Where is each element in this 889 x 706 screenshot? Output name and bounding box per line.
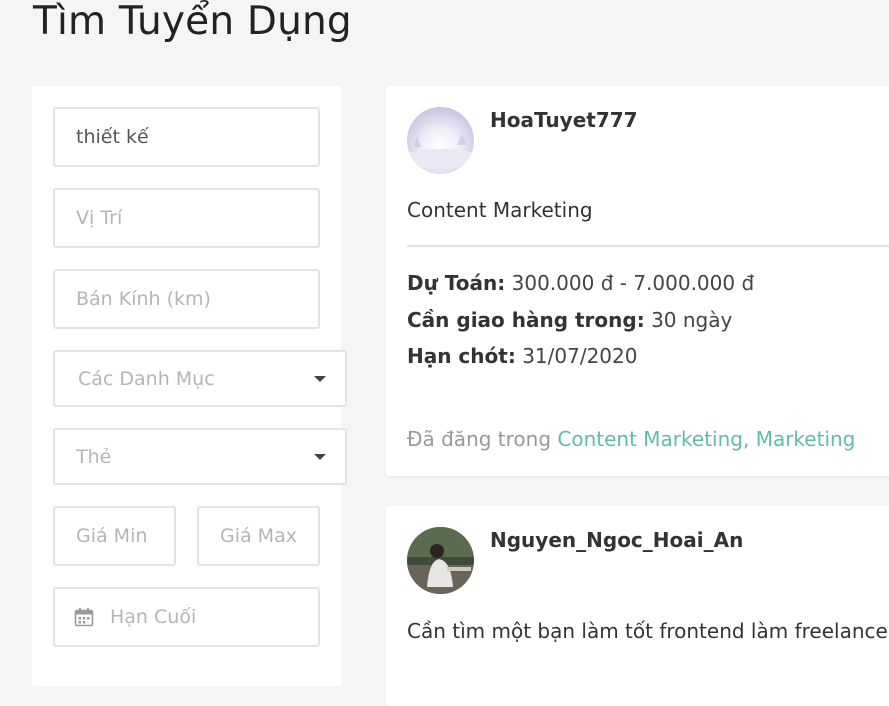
posted-in-label: Đã đăng trong	[407, 427, 552, 451]
deadline-placeholder: Hạn Cuối	[110, 606, 197, 628]
filter-panel: thiết kế Vị Trí Bán Kính (km) Các Danh M…	[32, 86, 347, 686]
chevron-down-icon	[314, 453, 326, 460]
deadline-input[interactable]: Hạn Cuối	[53, 587, 320, 647]
posted-in: Đã đăng trong Content Marketing, Marketi…	[407, 427, 855, 451]
delivery-value: 30 ngày	[651, 308, 733, 332]
budget-row: Dự Toán: 300.000 đ - 7.000.000 đ	[407, 271, 754, 295]
avatar[interactable]	[407, 107, 474, 174]
category-link[interactable]: Marketing	[756, 427, 856, 451]
location-placeholder: Vị Trí	[76, 207, 123, 229]
category-placeholder: Các Danh Mục	[78, 367, 215, 390]
job-card[interactable]: Nguyen_Ngoc_Hoai_An Cần tìm một bạn làm …	[386, 506, 889, 706]
job-title[interactable]: Cần tìm một bạn làm tốt frontend làm fre…	[407, 619, 889, 643]
chevron-down-icon	[314, 375, 326, 382]
category-link[interactable]: Content Marketing	[557, 427, 743, 451]
deadline-row: Hạn chót: 31/07/2020	[407, 344, 637, 368]
budget-value: 300.000 đ - 7.000.000 đ	[511, 271, 755, 295]
keyword-value: thiết kế	[76, 126, 149, 148]
tag-placeholder: Thẻ	[76, 445, 112, 468]
price-min-input[interactable]: Giá Min	[53, 506, 176, 566]
divider	[407, 245, 889, 247]
location-input[interactable]: Vị Trí	[53, 188, 320, 248]
deadline-value: 31/07/2020	[522, 344, 638, 368]
price-min-placeholder: Giá Min	[76, 525, 148, 547]
job-card[interactable]: HoaTuyet777 Content Marketing Dự Toán: 3…	[386, 86, 889, 476]
username[interactable]: Nguyen_Ngoc_Hoai_An	[490, 528, 743, 552]
avatar[interactable]	[407, 527, 474, 594]
category-select[interactable]: Các Danh Mục	[53, 350, 347, 407]
deadline-label: Hạn chót:	[407, 344, 516, 368]
username[interactable]: HoaTuyet777	[490, 108, 638, 132]
delivery-row: Cần giao hàng trong: 30 ngày	[407, 308, 732, 332]
page-title: Tìm Tuyển Dụng	[33, 0, 352, 44]
budget-label: Dự Toán:	[407, 271, 506, 295]
category-separator: ,	[742, 427, 750, 451]
calendar-icon	[74, 607, 94, 627]
job-title[interactable]: Content Marketing	[407, 198, 593, 222]
radius-placeholder: Bán Kính (km)	[76, 288, 211, 310]
delivery-label: Cần giao hàng trong:	[407, 308, 645, 332]
keyword-input[interactable]: thiết kế	[53, 107, 320, 167]
price-max-placeholder: Giá Max	[220, 525, 297, 547]
price-max-input[interactable]: Giá Max	[197, 506, 320, 566]
tag-select[interactable]: Thẻ	[53, 428, 347, 485]
radius-input[interactable]: Bán Kính (km)	[53, 269, 320, 329]
